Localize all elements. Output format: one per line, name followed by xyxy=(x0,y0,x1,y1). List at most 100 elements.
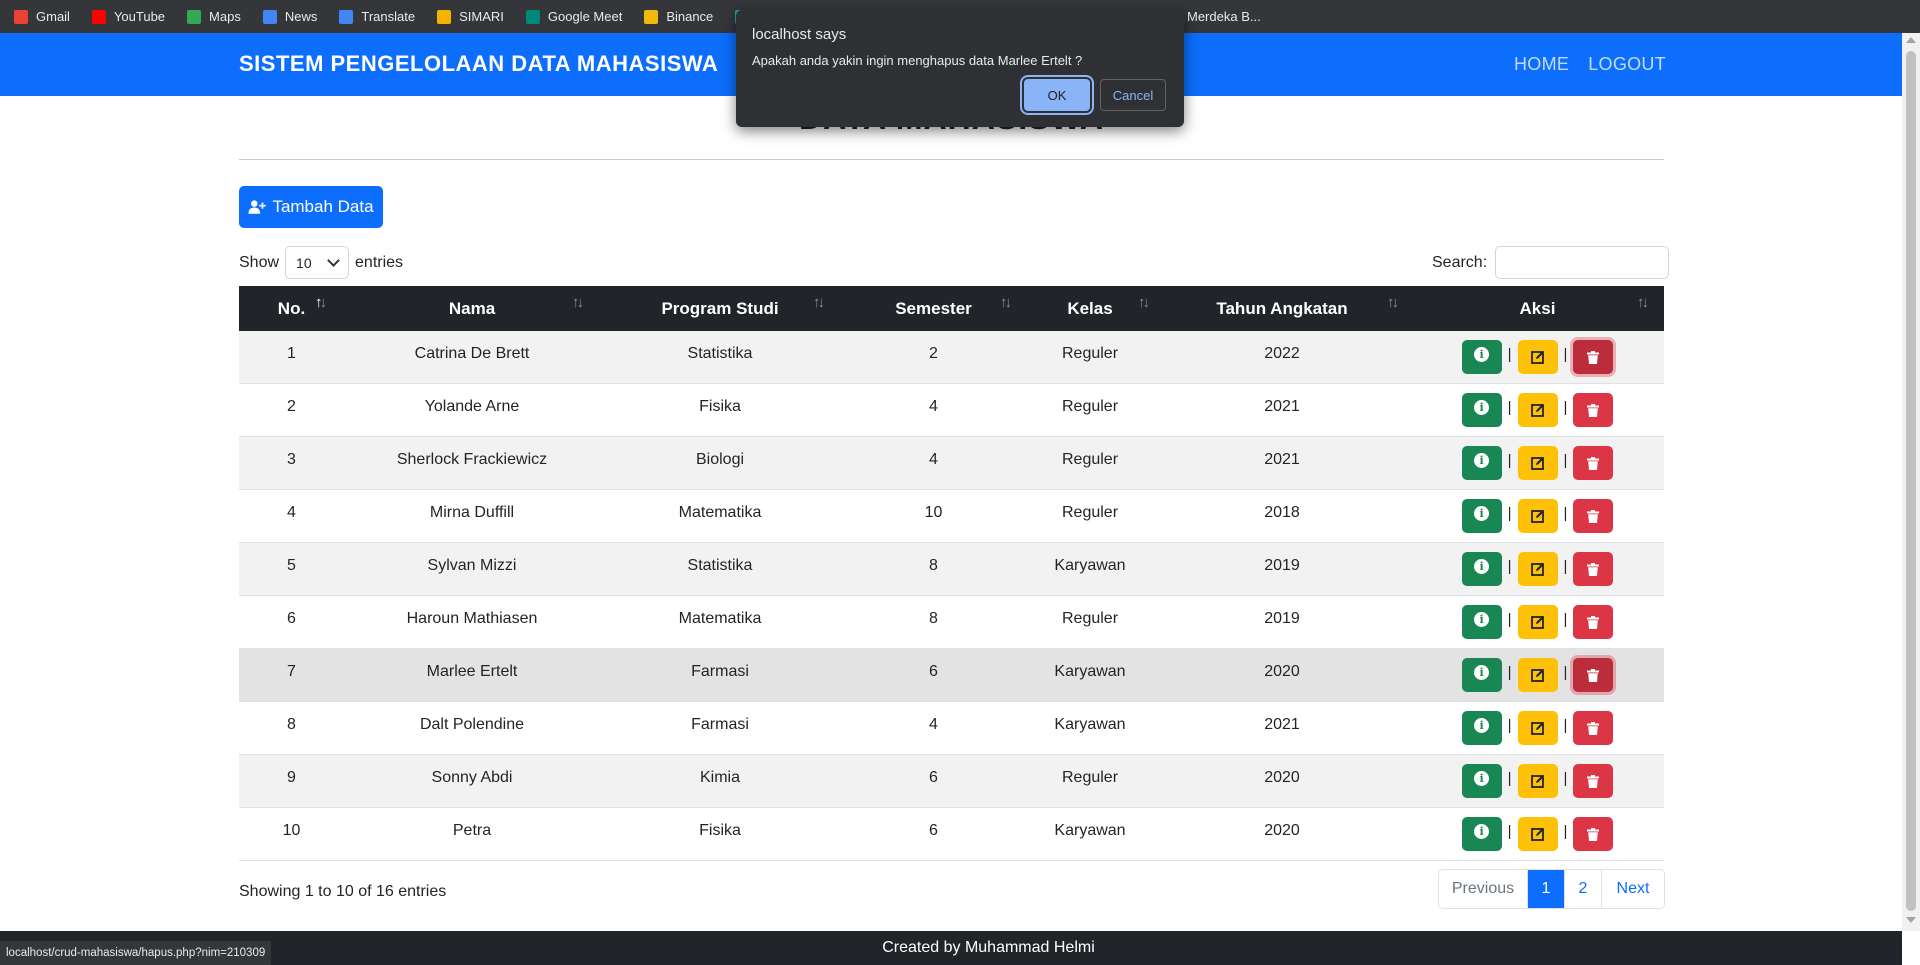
delete-button[interactable] xyxy=(1573,393,1614,427)
delete-button[interactable] xyxy=(1573,340,1614,374)
edit-button[interactable] xyxy=(1517,764,1558,798)
cell-no: 3 xyxy=(239,437,344,489)
edit-button[interactable] xyxy=(1517,711,1558,745)
scroll-up-arrow-icon[interactable] xyxy=(1906,37,1916,43)
bookmark-item[interactable]: News xyxy=(262,9,317,24)
detail-button[interactable]: i xyxy=(1461,605,1502,639)
cell-tahun-angkatan-text: 2021 xyxy=(1264,451,1300,468)
footer: Created by Muhammad Helmi xyxy=(0,931,1902,965)
edit-icon xyxy=(1530,616,1544,629)
cell-semester: 4 xyxy=(840,384,1027,436)
bookmark-item[interactable]: Binance xyxy=(644,9,713,24)
column-header[interactable]: Tahun Angkatan ↑↓ xyxy=(1153,286,1411,331)
search-input[interactable] xyxy=(1495,246,1670,279)
delete-button[interactable] xyxy=(1573,446,1614,480)
cell-tahun-angkatan: 2022 xyxy=(1153,331,1411,383)
bookmark-merdeka[interactable]: Merdeka B... xyxy=(1187,0,1261,33)
cell-no-text: 4 xyxy=(287,504,296,521)
detail-button[interactable]: i xyxy=(1461,711,1502,745)
cell-nama-text: Sherlock Frackiewicz xyxy=(396,451,548,468)
detail-button[interactable]: i xyxy=(1461,764,1502,798)
edit-button[interactable] xyxy=(1517,393,1558,427)
delete-button[interactable] xyxy=(1573,711,1614,745)
scroll-thumb[interactable] xyxy=(1906,51,1916,911)
navbar-brand[interactable]: SISTEM PENGELOLAAN DATA MAHASISWA xyxy=(239,51,718,77)
edit-button[interactable] xyxy=(1517,340,1558,374)
bookmark-favicon-icon xyxy=(187,9,202,24)
dialog-cancel-button[interactable]: Cancel xyxy=(1100,79,1166,111)
cell-semester: 4 xyxy=(840,437,1027,489)
bookmark-item[interactable]: Gmail xyxy=(14,9,70,24)
column-header[interactable]: Kelas ↑↓ xyxy=(1027,286,1153,331)
page-1-button[interactable]: 1 xyxy=(1528,870,1565,908)
cell-program-studi: Statistika xyxy=(600,543,840,595)
edit-button[interactable] xyxy=(1517,605,1558,639)
bookmark-item[interactable]: Google Meet xyxy=(525,9,622,24)
column-header[interactable]: Program Studi ↑↓ xyxy=(600,286,840,331)
nav-home-link[interactable]: HOME xyxy=(1514,54,1569,75)
delete-button[interactable] xyxy=(1573,605,1614,639)
delete-button[interactable] xyxy=(1573,817,1614,851)
cell-no: 7 xyxy=(239,649,344,701)
edit-button[interactable] xyxy=(1517,446,1558,480)
dialog-ok-button[interactable]: OK xyxy=(1024,79,1090,111)
scroll-down-arrow-icon[interactable] xyxy=(1906,917,1916,923)
cell-tahun-angkatan: 2021 xyxy=(1153,384,1411,436)
cell-aksi: i | | xyxy=(1411,596,1664,648)
detail-button[interactable]: i xyxy=(1461,552,1502,586)
sort-ascending-icon: ↑↓ xyxy=(315,294,327,311)
footer-credit: Created by Muhammad Helmi xyxy=(882,939,1095,956)
cell-nama-text: Catrina De Brett xyxy=(414,345,530,362)
delete-button[interactable] xyxy=(1573,552,1614,586)
edit-button[interactable] xyxy=(1517,552,1558,586)
column-header[interactable]: Aksi ↑↓ xyxy=(1411,286,1664,331)
column-header[interactable]: Nama ↑↓ xyxy=(344,286,600,331)
page-scrollbar[interactable] xyxy=(1902,33,1920,931)
delete-button[interactable] xyxy=(1573,499,1614,533)
delete-button[interactable] xyxy=(1573,658,1614,692)
cell-program-studi-text: Statistika xyxy=(687,557,753,574)
cell-semester-text: 8 xyxy=(929,610,938,627)
column-header[interactable]: No. ↑↓ xyxy=(239,286,344,331)
bookmark-item[interactable]: Translate xyxy=(339,9,415,24)
page-length-select[interactable]: 10 xyxy=(285,246,350,279)
bookmark-item[interactable]: Maps xyxy=(187,9,241,24)
cell-tahun-angkatan: 2018 xyxy=(1153,490,1411,542)
separator: | xyxy=(1507,716,1512,734)
add-data-button[interactable]: Tambah Data xyxy=(239,186,383,228)
previous-page-button[interactable]: Previous xyxy=(1439,870,1528,908)
cell-no: 1 xyxy=(239,331,344,383)
delete-button[interactable] xyxy=(1573,764,1614,798)
cell-kelas: Reguler xyxy=(1027,437,1153,489)
edit-icon xyxy=(1530,669,1544,682)
detail-button[interactable]: i xyxy=(1461,340,1502,374)
column-header[interactable]: Semester ↑↓ xyxy=(840,286,1027,331)
table-row: 8 Dalt Polendine Farmasi 4 Karyawan 2021 i | | xyxy=(239,702,1664,755)
next-page-button[interactable]: Next xyxy=(1602,870,1664,908)
edit-button[interactable] xyxy=(1517,499,1558,533)
detail-button[interactable]: i xyxy=(1461,817,1502,851)
page-length-control: Show 10 entries xyxy=(239,246,403,279)
detail-button[interactable]: i xyxy=(1461,499,1502,533)
trash-icon xyxy=(1587,456,1600,470)
detail-button[interactable]: i xyxy=(1461,393,1502,427)
cell-tahun-angkatan-text: 2019 xyxy=(1264,557,1300,574)
cell-kelas-text: Karyawan xyxy=(1054,716,1126,733)
cell-no-text: 3 xyxy=(287,451,296,468)
edit-button[interactable] xyxy=(1517,658,1558,692)
detail-button[interactable]: i xyxy=(1461,658,1502,692)
bookmark-item[interactable]: YouTube xyxy=(91,9,165,24)
cell-semester-text: 10 xyxy=(924,504,943,521)
info-icon: i xyxy=(1474,611,1490,627)
cell-semester: 10 xyxy=(840,490,1027,542)
cell-tahun-angkatan-text: 2021 xyxy=(1264,398,1300,415)
edit-button[interactable] xyxy=(1517,817,1558,851)
cell-kelas-text: Karyawan xyxy=(1054,557,1126,574)
nav-logout-link[interactable]: LOGOUT xyxy=(1588,54,1666,75)
page-2-button[interactable]: 2 xyxy=(1565,870,1602,908)
bookmark-item[interactable]: SIMARI xyxy=(437,9,504,24)
cell-semester: 8 xyxy=(840,543,1027,595)
cell-nama: Mirna Duffill xyxy=(344,490,600,542)
detail-button[interactable]: i xyxy=(1461,446,1502,480)
cell-tahun-angkatan-text: 2020 xyxy=(1264,663,1300,680)
